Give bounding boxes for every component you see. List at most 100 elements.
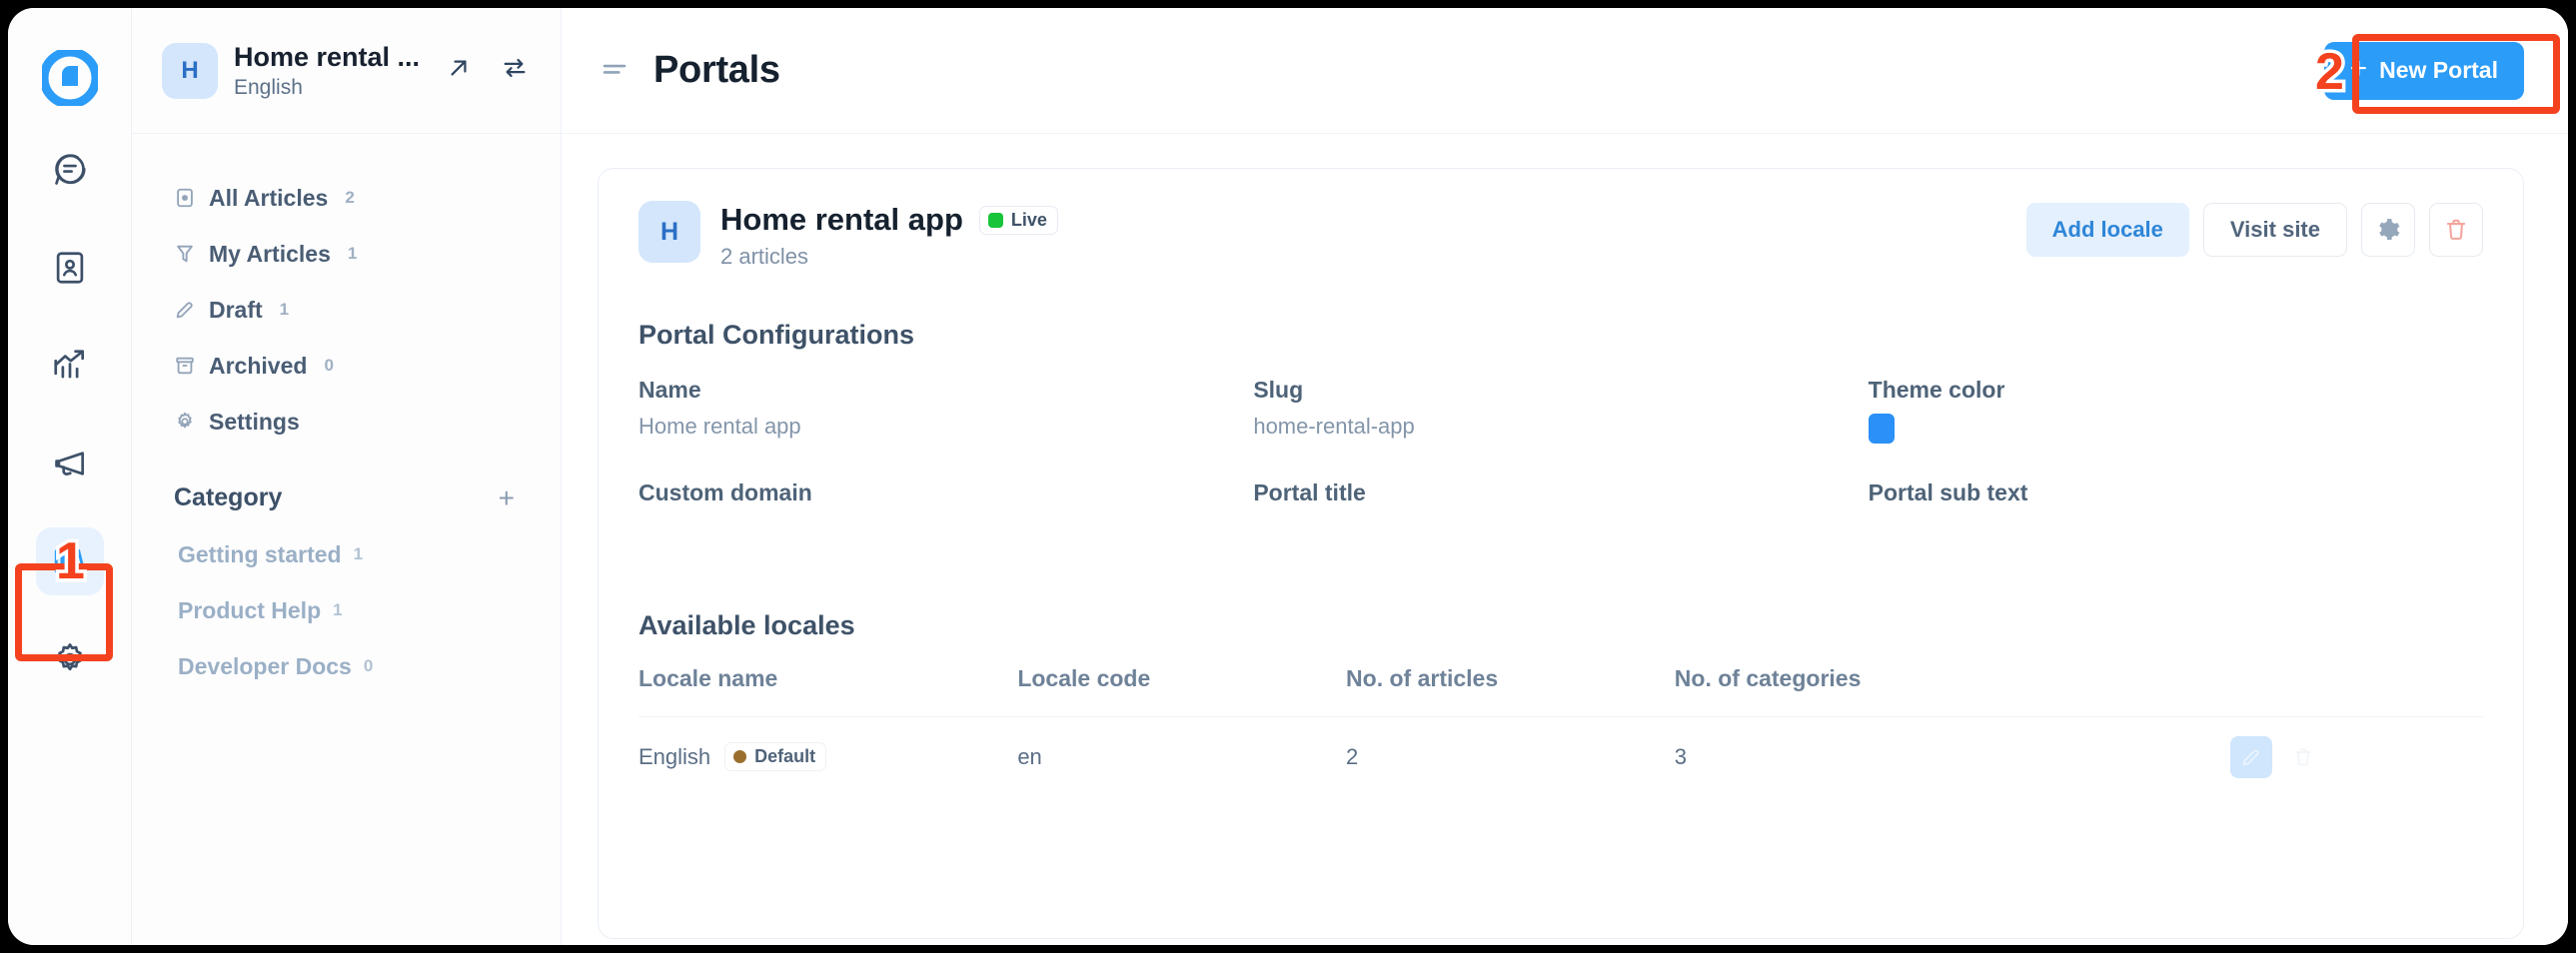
switcher-subtitle: English: [234, 76, 303, 100]
sidebar-item-reports[interactable]: [36, 332, 104, 400]
config-field-portal-sub-text: Portal sub text: [1869, 479, 2483, 544]
switcher-title: Home rental ...: [234, 41, 421, 72]
default-dot-icon: [733, 750, 747, 763]
sidebar-item-my-articles[interactable]: My Articles 1: [132, 226, 561, 282]
default-badge: Default: [724, 742, 827, 771]
category-title: Category: [174, 483, 283, 511]
app-logo[interactable]: [39, 47, 100, 109]
portal-settings-button[interactable]: [2361, 203, 2415, 257]
config-value: Home rental app: [639, 414, 801, 439]
locales-table: Locale name Locale code No. of articles …: [639, 665, 2483, 796]
column-header-locale-name: Locale name: [639, 665, 778, 691]
add-category-button[interactable]: +: [499, 483, 515, 512]
gear-icon: [51, 640, 89, 678]
sidebar-item-all-articles[interactable]: All Articles 2: [132, 170, 561, 226]
sidebar-item-label: Archived: [209, 352, 308, 379]
secondary-sidebar: H Home rental ... English All Articles 2…: [132, 8, 562, 945]
campaigns-icon: [51, 445, 89, 482]
section-title: Available locales: [639, 610, 855, 640]
hamburger-icon[interactable]: [598, 54, 632, 88]
chat-bubble-icon: [51, 151, 89, 189]
annotation-number-2: 2: [2312, 43, 2348, 102]
config-field-theme-color: Theme color: [1868, 377, 2483, 444]
config-label: Theme color: [1868, 377, 2005, 403]
arrow-up-right-icon: [445, 54, 473, 87]
config-label: Name: [639, 377, 701, 403]
pencil-icon: [174, 299, 196, 321]
category-item-getting-started[interactable]: Getting started 1: [132, 526, 561, 582]
edit-locale-button[interactable]: [2230, 735, 2273, 778]
top-bar: Portals + New Portal: [562, 8, 2568, 134]
locale-categories-count: 3: [1674, 743, 1688, 769]
plus-icon: +: [2349, 52, 2368, 85]
row-actions: [2230, 735, 2483, 778]
portal-card-title-row: Home rental app Live: [720, 202, 2006, 238]
portal-card-actions: Add locale Visit site: [2025, 201, 2483, 257]
config-field-custom-domain: Custom domain: [639, 479, 1253, 544]
config-field-name: Name Home rental app: [639, 377, 1253, 444]
default-badge-label: Default: [754, 746, 816, 766]
sidebar-item-label: Draft: [209, 296, 263, 323]
switcher-text: Home rental ... English: [234, 41, 423, 100]
portal-delete-button[interactable]: [2429, 203, 2483, 257]
config-label: Custom domain: [639, 479, 812, 505]
contacts-icon: [51, 249, 89, 287]
archive-icon: [174, 355, 196, 377]
sidebar-item-settings[interactable]: [36, 625, 104, 693]
page-title: Portals: [653, 49, 780, 91]
sidebar-item-count: 1: [279, 300, 290, 319]
delete-locale-button[interactable]: [2282, 736, 2324, 778]
content-area: H Home rental app Live 2 articles Add lo…: [562, 134, 2568, 945]
locale-code: en: [1017, 743, 1042, 769]
sidebar-item-conversations[interactable]: [36, 136, 104, 204]
category-item-count: 0: [363, 656, 374, 675]
new-portal-button[interactable]: + New Portal: [2323, 41, 2524, 100]
portal-switcher[interactable]: H Home rental ... English: [132, 8, 561, 134]
swap-arrows-icon: [501, 54, 529, 87]
avatar: H: [162, 42, 218, 99]
open-portal-button[interactable]: [439, 51, 479, 91]
locale-name: English: [639, 743, 711, 769]
locale-name-cell: English Default: [639, 742, 1017, 771]
config-field-slug: Slug home-rental-app: [1253, 377, 1868, 444]
sidebar-item-knowledge-settings[interactable]: Settings: [132, 394, 561, 450]
available-locales-section: Available locales Locale name Locale cod…: [639, 610, 2483, 796]
sidebar-item-count: 1: [347, 244, 358, 263]
portal-configurations-section: Portal Configurations Name Home rental a…: [639, 320, 2483, 544]
category-item-label: Developer Docs: [178, 652, 352, 679]
avatar: H: [639, 201, 700, 263]
app-window: H Home rental ... English All Articles 2…: [8, 8, 2568, 945]
sidebar-item-archived[interactable]: Archived 0: [132, 338, 561, 394]
document-icon: [174, 187, 196, 209]
category-item-product-help[interactable]: Product Help 1: [132, 582, 561, 638]
table-row: English Default en 2 3: [639, 716, 2483, 796]
sidebar-nav: All Articles 2 My Articles 1 Draft 1 Arc…: [132, 134, 561, 450]
switch-portal-button[interactable]: [495, 51, 535, 91]
visit-site-button[interactable]: Visit site: [2202, 203, 2347, 257]
sidebar-item-count: 2: [345, 188, 355, 207]
category-item-developer-docs[interactable]: Developer Docs 0: [132, 638, 561, 694]
table-header-row: Locale name Locale code No. of articles …: [639, 665, 2483, 716]
annotation-number-1: 1: [53, 532, 89, 591]
column-header-no-of-articles: No. of articles: [1346, 665, 1499, 691]
config-value: [1253, 516, 1868, 544]
sidebar-item-contacts[interactable]: [36, 234, 104, 302]
portal-configurations-grid: Name Home rental app Slug home-rental-ap…: [639, 377, 2483, 544]
section-title: Portal Configurations: [639, 320, 914, 350]
status-badge: Live: [978, 205, 1058, 235]
sidebar-item-count: 0: [324, 356, 334, 375]
reports-icon: [51, 347, 89, 385]
pencil-icon: [2240, 746, 2262, 768]
config-field-portal-title: Portal title: [1253, 479, 1868, 544]
add-locale-button[interactable]: Add locale: [2025, 203, 2189, 257]
gear-icon: [174, 411, 196, 433]
locale-articles-count: 2: [1346, 743, 1359, 769]
sidebar-item-draft[interactable]: Draft 1: [132, 282, 561, 338]
trash-icon: [2292, 746, 2314, 768]
portal-card: H Home rental app Live 2 articles Add lo…: [598, 168, 2524, 939]
sidebar-item-campaigns[interactable]: [36, 430, 104, 497]
category-header: Category +: [132, 450, 561, 526]
portal-card-titleblock: Home rental app Live 2 articles: [720, 201, 2006, 270]
primary-nav-rail: [8, 8, 132, 945]
column-header-no-of-categories: No. of categories: [1674, 665, 1862, 691]
